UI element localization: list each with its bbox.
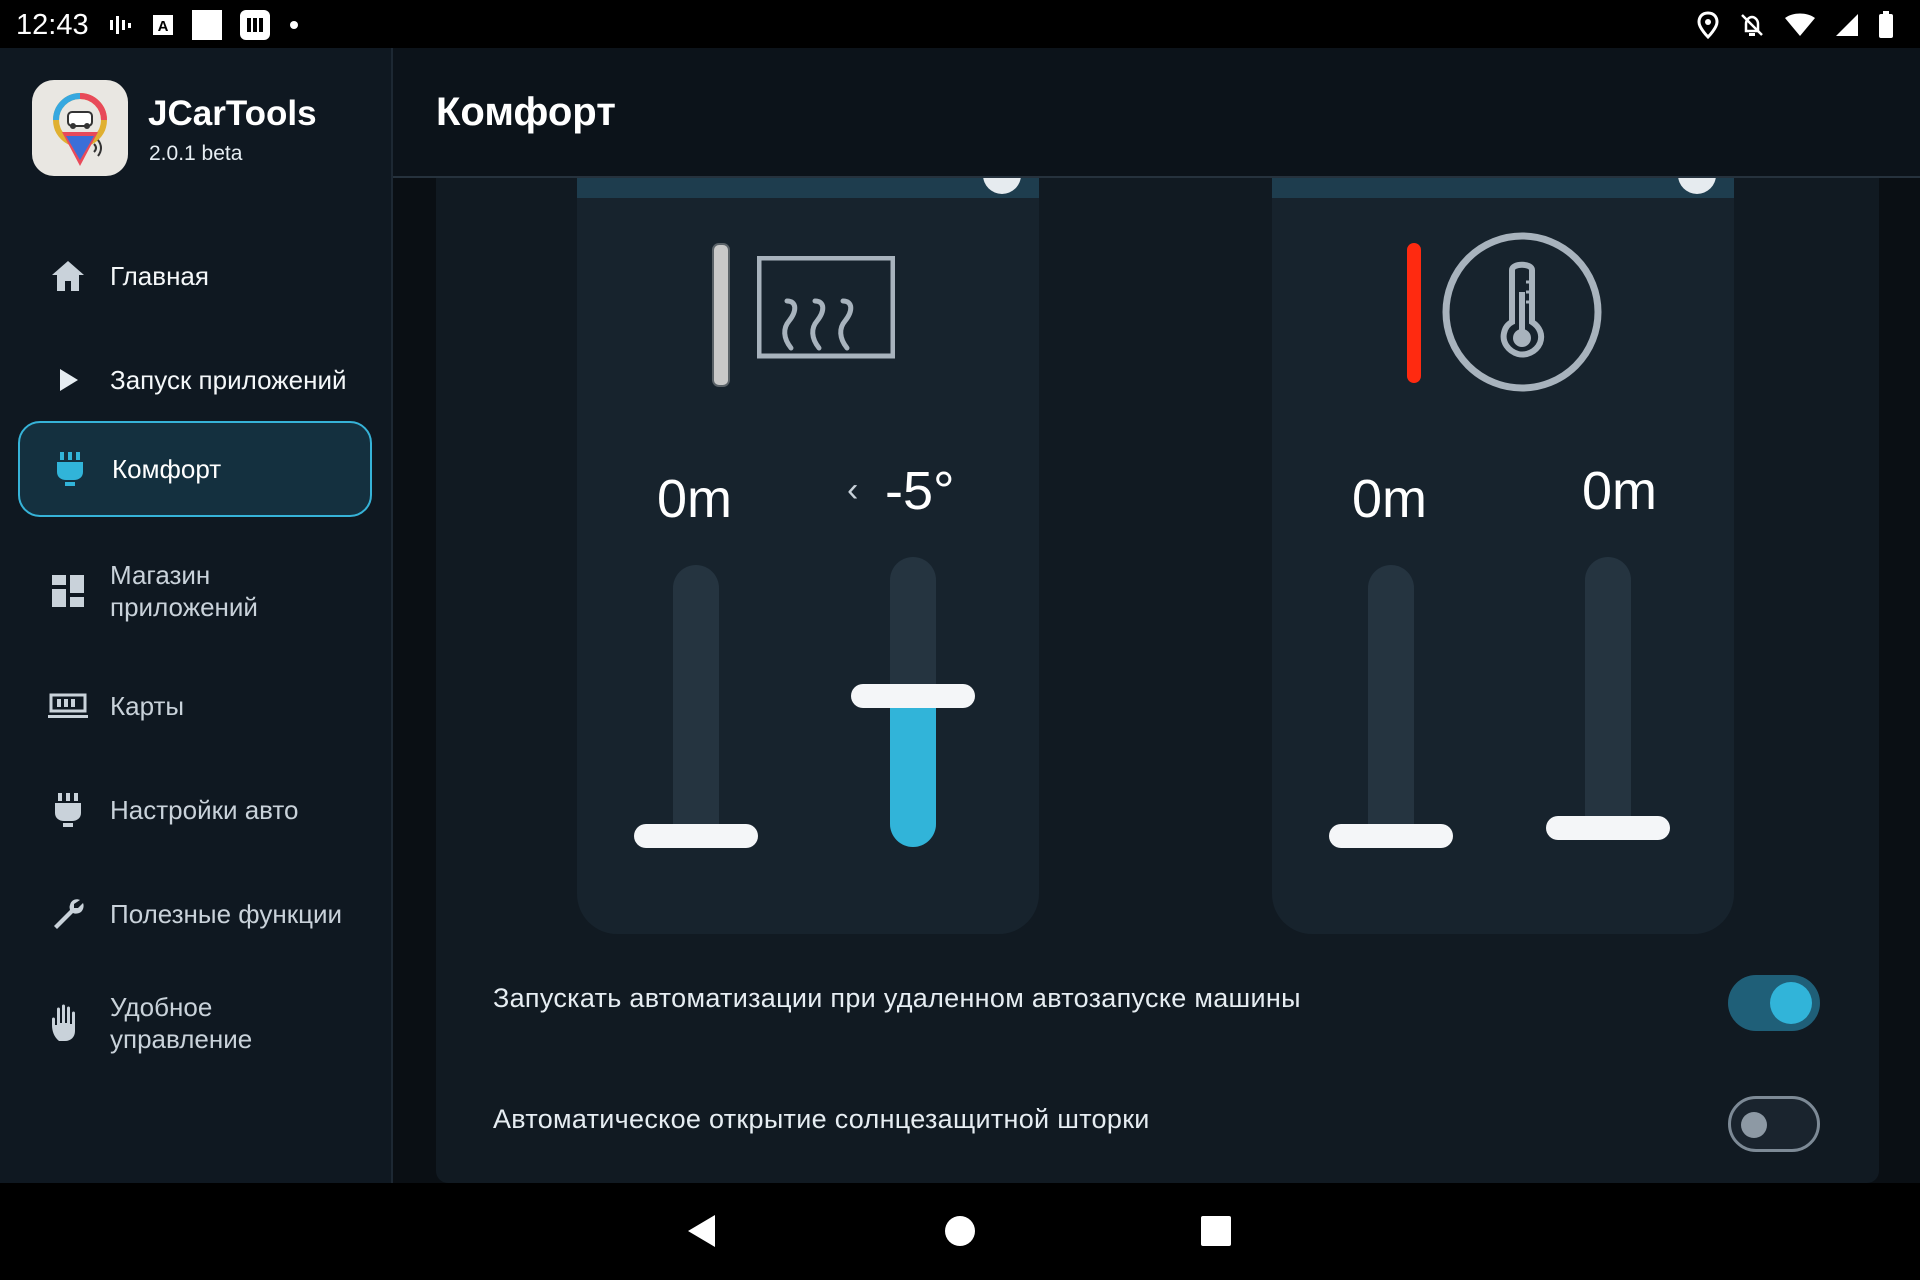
media-app-icon	[240, 10, 270, 40]
recents-icon[interactable]	[1196, 1211, 1236, 1251]
content-area: 0m ‹ -5° 0m 0m Запускать автоматизации п…	[393, 178, 1920, 1183]
sidebar-item-label: Магазин приложений	[110, 560, 258, 622]
system-nav-bar	[0, 1183, 1920, 1280]
timer-value: 0m	[1352, 469, 1428, 529]
rear-defrost-icon[interactable]	[756, 255, 896, 381]
font-a-icon: A	[152, 13, 174, 37]
sidebar-item-label: Запуск приложений	[110, 365, 347, 395]
sidebar-item-label: Карты	[110, 691, 185, 721]
rear-defrost-card: 0m ‹ -5°	[577, 178, 1039, 934]
car-settings-icon	[46, 788, 90, 832]
card-header-toggle[interactable]	[1678, 178, 1716, 194]
sidebar-item-app-store[interactable]: Магазин приложений	[18, 536, 372, 646]
sidebar-item-home[interactable]: Главная	[18, 234, 372, 318]
sidebar-item-label: Полезные функции	[110, 899, 343, 929]
sidebar-item-label: Главная	[110, 261, 209, 291]
sidebar-item-label: Настройки авто	[110, 795, 299, 825]
sidebar-item-comfort[interactable]: Комфорт	[18, 421, 372, 517]
bell-off-icon	[1738, 11, 1766, 39]
timer-slider-track-2[interactable]	[1585, 557, 1631, 840]
sidebar-item-useful-functions[interactable]: Полезные функции	[18, 872, 372, 956]
home-icon	[46, 254, 90, 298]
top-bar: Комфорт	[393, 48, 1920, 178]
sidebar-item-label: Комфорт	[112, 454, 222, 484]
auto-start-automation-toggle[interactable]	[1728, 975, 1820, 1031]
chevron-left-icon[interactable]: ‹	[847, 471, 858, 510]
card-header	[577, 178, 1039, 198]
setting-row: Автоматическое открытие солнцезащитной ш…	[436, 1067, 1879, 1177]
setting-label: Запускать автоматизации при удаленном ав…	[493, 983, 1301, 1013]
home-circle-icon[interactable]	[940, 1211, 980, 1251]
svg-text:A: A	[158, 18, 169, 35]
battery-icon	[1878, 11, 1894, 39]
setting-label: Автоматическое открытие солнцезащитной ш…	[493, 1104, 1150, 1134]
temperature-value: -5°	[885, 461, 955, 521]
sunshade-auto-open-toggle[interactable]	[1728, 1096, 1820, 1152]
timer-value: 0m	[657, 469, 733, 529]
seat-icon	[48, 447, 92, 491]
page-title: Комфорт	[436, 90, 616, 134]
status-indicator	[1407, 243, 1421, 383]
play-icon	[46, 358, 90, 402]
sidebar-item-maps[interactable]: Карты	[18, 664, 372, 748]
sidebar-item-easy-control[interactable]: Удобное управление	[18, 968, 372, 1078]
back-icon[interactable]	[682, 1211, 722, 1251]
sidebar: JCarTools 2.0.1 beta Главная Запуск прил…	[0, 48, 393, 1183]
grid-icon	[46, 569, 90, 613]
app-logo-icon	[32, 80, 128, 176]
slider-fill	[890, 708, 936, 847]
timer-slider-track[interactable]	[1368, 565, 1414, 848]
app-name: JCarTools	[148, 94, 317, 133]
timer-slider-thumb[interactable]	[634, 824, 758, 848]
map-icon	[46, 684, 90, 728]
timer-slider-thumb-2[interactable]	[1546, 816, 1670, 840]
hand-icon	[46, 1001, 90, 1045]
cell-signal-icon	[1834, 12, 1860, 38]
setting-row: Запускать автоматизации при удаленном ав…	[436, 946, 1879, 1056]
signal-bars-icon	[108, 12, 134, 38]
notification-dot-icon	[288, 19, 300, 31]
status-indicator	[712, 243, 730, 387]
location-icon	[1696, 11, 1720, 39]
card-header	[1272, 178, 1734, 198]
wifi-icon	[1784, 12, 1816, 38]
app-version: 2.0.1 beta	[149, 142, 243, 165]
status-time: 12:43	[16, 9, 89, 41]
card-header-toggle[interactable]	[983, 178, 1021, 194]
wrench-icon	[46, 892, 90, 936]
white-square-icon	[192, 10, 222, 40]
sidebar-item-app-launch[interactable]: Запуск приложений	[18, 338, 372, 422]
sidebar-item-label: Удобное управление	[110, 992, 253, 1054]
heating-card: 0m 0m	[1272, 178, 1734, 934]
thermometer-icon[interactable]	[1440, 230, 1604, 399]
temperature-slider-thumb[interactable]	[851, 684, 975, 708]
timer-value-2: 0m	[1582, 461, 1658, 521]
timer-slider-track[interactable]	[673, 565, 719, 848]
sidebar-item-car-settings[interactable]: Настройки авто	[18, 768, 372, 852]
timer-slider-thumb[interactable]	[1329, 824, 1453, 848]
status-bar: 12:43 A	[0, 0, 1920, 48]
